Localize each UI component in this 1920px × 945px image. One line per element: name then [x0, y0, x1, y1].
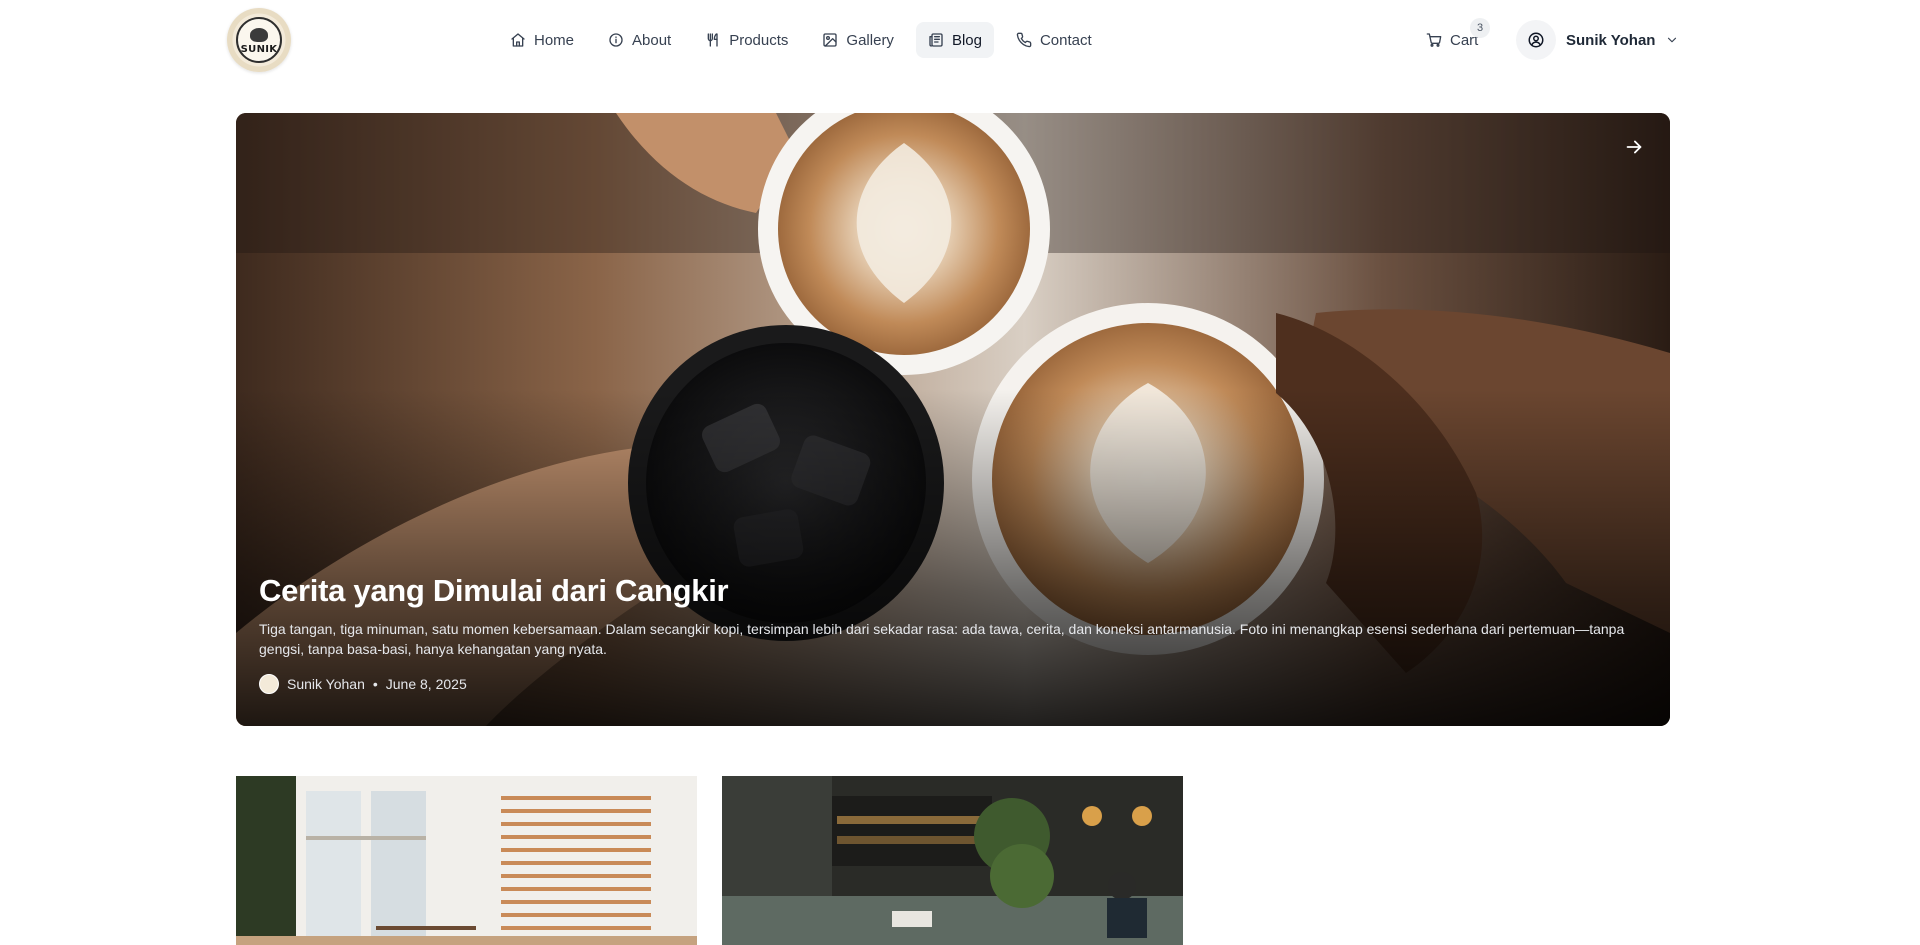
info-icon [609, 33, 623, 47]
logo-emblem: SUNIK [236, 17, 282, 63]
nav-item-contact[interactable]: Contact [1004, 22, 1104, 58]
user-menu[interactable]: Sunik Yohan [1516, 20, 1679, 60]
nav-label-products: Products [729, 31, 789, 49]
arrow-right-icon [1626, 140, 1642, 154]
cart-count-badge: 3 [1470, 18, 1490, 38]
logo-mascot [250, 28, 268, 42]
post-title[interactable]: Cerita yang Dimulai dari Cangkir [259, 573, 729, 609]
site-header: SUNIK Home About Products Gallery Blog C… [0, 0, 1905, 80]
brand-logo[interactable]: SUNIK [227, 8, 291, 72]
post-excerpt: Tiga tangan, tiga minuman, satu momen ke… [259, 621, 1625, 657]
newspaper-icon [929, 33, 943, 47]
nav-item-products[interactable]: Products [693, 22, 800, 58]
next-slide-button[interactable] [1616, 129, 1652, 165]
utensils-icon [707, 33, 718, 47]
home-icon [511, 33, 525, 47]
nav-item-home[interactable]: Home [498, 22, 586, 58]
shopping-cart-icon [1426, 33, 1442, 47]
nav-item-blog[interactable]: Blog [915, 22, 994, 58]
nav-label-home: Home [534, 31, 575, 49]
logo-text: SUNIK [240, 44, 278, 55]
nav-item-gallery[interactable]: Gallery [810, 22, 906, 58]
user-name: Sunik Yohan [1566, 31, 1656, 49]
main-nav: Home About Products Gallery Blog Contact [498, 22, 1104, 58]
nav-label-blog: Blog [951, 31, 982, 49]
post-card-image [722, 776, 1183, 945]
user-circle-icon [1528, 32, 1544, 48]
meta-separator: • [372, 676, 378, 692]
nav-label-about: About [632, 31, 672, 49]
post-card-image [236, 776, 697, 945]
author-avatar [259, 674, 279, 694]
post-card[interactable] [236, 776, 697, 945]
phone-icon [1016, 32, 1032, 48]
post-author: Sunik Yohan [287, 676, 365, 692]
nav-item-about[interactable]: About [596, 22, 683, 58]
post-card[interactable] [722, 776, 1183, 945]
chevron-down-icon [1668, 37, 1677, 43]
nav-label-gallery: Gallery [846, 31, 894, 49]
cart-button[interactable]: Cart 3 [1420, 18, 1490, 58]
featured-post-hero[interactable]: Cerita yang Dimulai dari Cangkir Tiga ta… [236, 113, 1670, 726]
post-date: June 8, 2025 [385, 676, 467, 692]
image-icon [823, 33, 838, 47]
nav-label-contact: Contact [1039, 31, 1092, 49]
avatar [1516, 20, 1556, 60]
post-meta: Sunik Yohan • June 8, 2025 [259, 674, 467, 694]
